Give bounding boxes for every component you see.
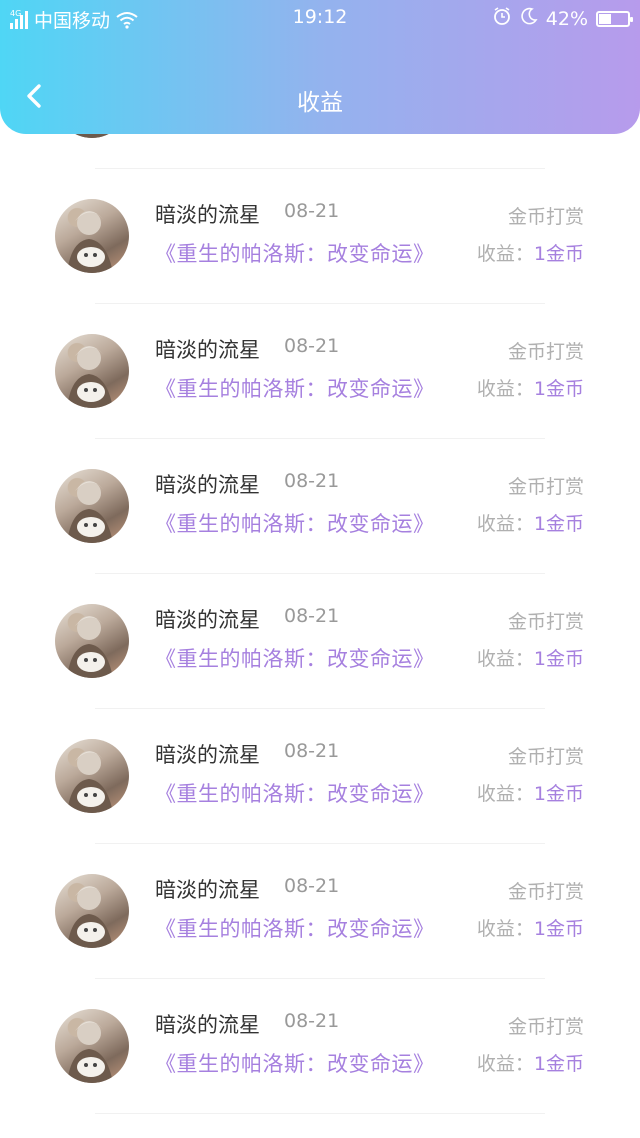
user-name: 暗淡的流星 (155, 743, 260, 767)
income-amount: 收益：1金币 (477, 374, 584, 401)
income-amount: 收益：1金币 (477, 1049, 584, 1076)
income-type: 金币打赏 (507, 611, 584, 633)
user-name: 暗淡的流星 (155, 878, 260, 902)
income-type: 金币打赏 (507, 206, 584, 228)
date-label: 08-21 (284, 335, 340, 357)
income-value: 1金币 (533, 1053, 584, 1075)
income-list: 暗淡的流星 08-21 《重生的帕洛斯：改变命运》 金币打赏 收益：1金币 暗淡… (0, 34, 640, 1114)
income-label: 收益： (476, 513, 534, 535)
avatar[interactable] (55, 1009, 129, 1083)
date-label: 08-21 (284, 470, 340, 492)
income-label: 收益： (476, 783, 534, 805)
avatar[interactable] (55, 469, 129, 543)
income-label: 收益： (476, 918, 534, 940)
status-right: 42% (492, 6, 633, 31)
income-type: 金币打赏 (507, 476, 584, 498)
divider (95, 1113, 545, 1114)
list-item[interactable]: 暗淡的流星 08-21 《重生的帕洛斯：改变命运》 金币打赏 收益：1金币 (0, 439, 640, 574)
book-title-link[interactable]: 《重生的帕洛斯：改变命运》 (155, 238, 435, 268)
book-title-link[interactable]: 《重生的帕洛斯：改变命运》 (155, 643, 435, 673)
book-title-link[interactable]: 《重生的帕洛斯：改变命运》 (155, 373, 435, 403)
user-name: 暗淡的流星 (155, 473, 260, 497)
list-item[interactable]: 暗淡的流星 08-21 《重生的帕洛斯：改变命运》 金币打赏 收益：1金币 (0, 169, 640, 304)
user-name: 暗淡的流星 (155, 608, 260, 632)
date-label: 08-21 (284, 740, 340, 762)
income-amount: 收益：1金币 (477, 644, 584, 671)
page-title: 收益 (297, 90, 343, 116)
user-name: 暗淡的流星 (155, 1013, 260, 1037)
avatar[interactable] (55, 874, 129, 948)
income-label: 收益： (476, 648, 534, 670)
list-item[interactable]: 暗淡的流星 08-21 《重生的帕洛斯：改变命运》 金币打赏 收益：1金币 (0, 844, 640, 979)
income-label: 收益： (476, 378, 534, 400)
user-name: 暗淡的流星 (155, 203, 260, 227)
book-title-link[interactable]: 《重生的帕洛斯：改变命运》 (155, 1048, 435, 1078)
income-type: 金币打赏 (507, 1016, 584, 1038)
income-value: 1金币 (533, 243, 584, 265)
book-title-link[interactable]: 《重生的帕洛斯：改变命运》 (155, 913, 435, 943)
date-label: 08-21 (284, 875, 340, 897)
nav-bar: 收益 (0, 60, 640, 132)
avatar[interactable] (55, 334, 129, 408)
battery-icon (596, 10, 633, 27)
book-title-link[interactable]: 《重生的帕洛斯：改变命运》 (155, 508, 435, 538)
income-amount: 收益：1金币 (477, 914, 584, 941)
income-value: 1金币 (533, 783, 584, 805)
income-value: 1金币 (533, 648, 584, 670)
alarm-icon (492, 6, 512, 31)
list-item[interactable]: 暗淡的流星 08-21 《重生的帕洛斯：改变命运》 金币打赏 收益：1金币 (0, 979, 640, 1114)
list-item[interactable]: 暗淡的流星 08-21 《重生的帕洛斯：改变命运》 金币打赏 收益：1金币 (0, 709, 640, 844)
moon-icon (520, 7, 538, 30)
user-name: 暗淡的流星 (155, 338, 260, 362)
income-amount: 收益：1金币 (477, 509, 584, 536)
avatar[interactable] (55, 199, 129, 273)
income-value: 1金币 (533, 918, 584, 940)
income-label: 收益： (476, 243, 534, 265)
income-amount: 收益：1金币 (477, 779, 584, 806)
income-amount: 收益：1金币 (477, 239, 584, 266)
avatar[interactable] (55, 604, 129, 678)
battery-percent: 42% (545, 7, 588, 30)
income-type: 金币打赏 (507, 746, 584, 768)
date-label: 08-21 (284, 200, 340, 222)
app-header: 4G 中国移动 19:12 42% 收益 (0, 0, 640, 134)
income-value: 1金币 (533, 378, 584, 400)
income-label: 收益： (476, 1053, 534, 1075)
income-type: 金币打赏 (507, 341, 584, 363)
avatar[interactable] (55, 739, 129, 813)
list-item[interactable]: 暗淡的流星 08-21 《重生的帕洛斯：改变命运》 金币打赏 收益：1金币 (0, 574, 640, 709)
date-label: 08-21 (284, 1010, 340, 1032)
income-type: 金币打赏 (507, 881, 584, 903)
income-value: 1金币 (533, 513, 584, 535)
date-label: 08-21 (284, 605, 340, 627)
list-item[interactable]: 暗淡的流星 08-21 《重生的帕洛斯：改变命运》 金币打赏 收益：1金币 (0, 304, 640, 439)
status-bar: 4G 中国移动 19:12 42% (0, 0, 640, 36)
book-title-link[interactable]: 《重生的帕洛斯：改变命运》 (155, 778, 435, 808)
